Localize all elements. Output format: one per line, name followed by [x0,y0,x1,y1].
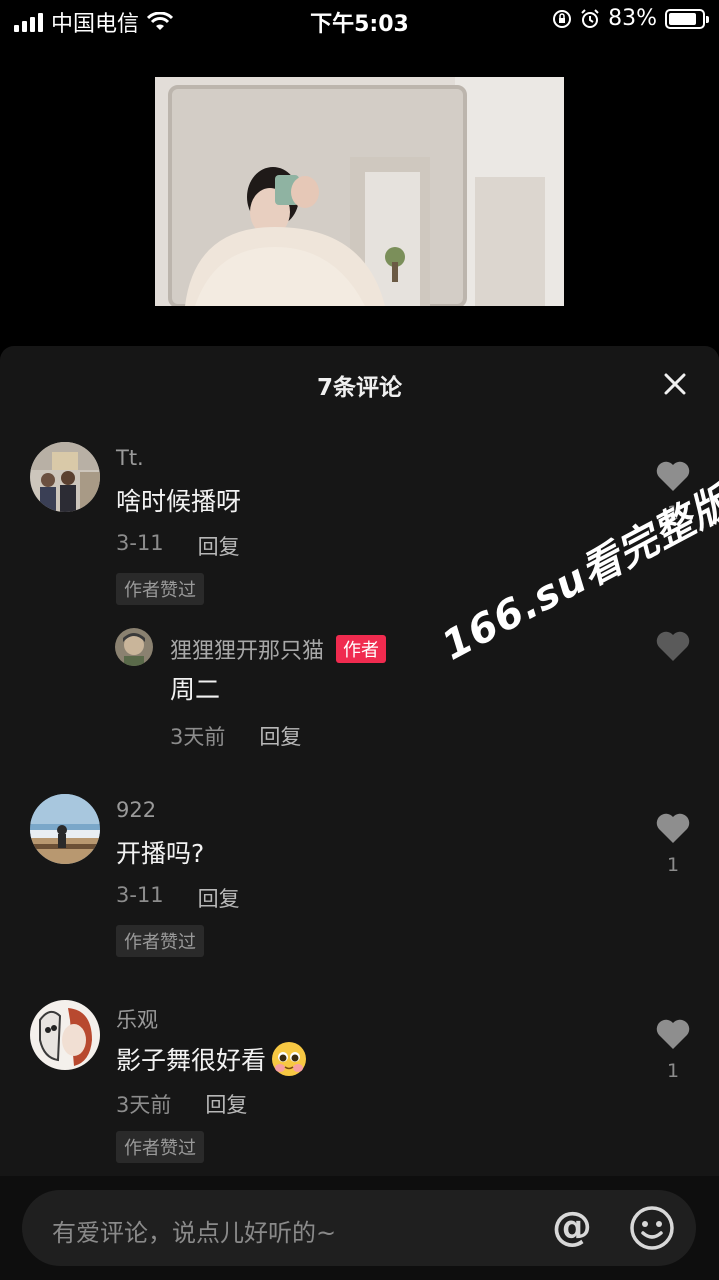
video-thumbnail[interactable] [155,77,564,306]
input-placeholder: 有爱评论，说点儿好听的~ [52,1219,337,1247]
comment-username[interactable]: 乐观 [116,1004,158,1034]
comment-input-area: 有爱评论，说点儿好听的~ @ [0,1176,719,1280]
comment-username: 狸狸狸开那只猫 作者 [170,633,387,665]
status-bar: 中国电信 下午5:03 83% [0,0,719,40]
reply-username[interactable]: 狸狸狸开那只猫 [170,639,324,664]
like-button[interactable]: 1 [655,460,691,524]
comment-username[interactable]: Tt. [116,446,144,470]
heart-icon [656,1019,690,1049]
like-count: 1 [666,1060,680,1082]
alarm-icon [581,8,599,28]
pleading-face-emoji-icon [272,1042,307,1076]
heart-icon[interactable] [655,630,691,662]
like-count: 1 [666,854,680,876]
mention-button[interactable]: @ [552,1204,592,1250]
author-liked-tag: 作者赞过 [116,573,204,605]
avatar[interactable] [30,1000,100,1070]
heart-icon [656,461,690,491]
comment-panel: 7条评论 Tt. 啥时候播呀 3-11 回复 作者赞过 1 狸狸狸开那只猫 作者… [0,346,719,1280]
avatar[interactable] [30,442,100,512]
comment-text: 影子舞很好看 [116,1040,308,1078]
heart-icon [656,813,690,843]
reply-button[interactable]: 回复 [205,1089,247,1119]
close-icon[interactable] [661,370,689,398]
lock-rotation-icon [553,9,572,28]
comment-date: 3天前 [116,1093,172,1117]
reply-button[interactable]: 回复 [198,531,240,561]
comment-date: 3天前 [170,725,226,749]
avatar[interactable] [30,794,100,864]
comment-username[interactable]: 922 [116,798,156,822]
comment-date: 3-11 [116,531,164,555]
author-badge: 作者 [336,635,387,663]
comment-date: 3-11 [116,883,164,907]
reply-button[interactable]: 回复 [198,883,240,913]
comment-text: 开播吗? [116,839,205,868]
author-liked-tag: 作者赞过 [116,1131,204,1163]
battery-percent: 83% [608,6,657,31]
emoji-icon[interactable] [629,1205,675,1251]
like-button[interactable]: 1 [655,812,691,876]
comment-input[interactable]: 有爱评论，说点儿好听的~ @ [22,1190,696,1266]
comment-text: 啥时候播呀 [116,487,242,516]
like-count: 1 [666,502,680,524]
comment-text-content: 影子舞很好看 [116,1046,267,1075]
avatar[interactable] [115,628,153,666]
like-button[interactable]: 1 [655,1018,691,1082]
panel-title: 7条评论 [316,375,402,401]
battery-icon [665,8,709,29]
author-liked-tag: 作者赞过 [116,925,204,957]
reply-button[interactable]: 回复 [259,721,301,751]
comment-text: 周二 [170,675,221,704]
